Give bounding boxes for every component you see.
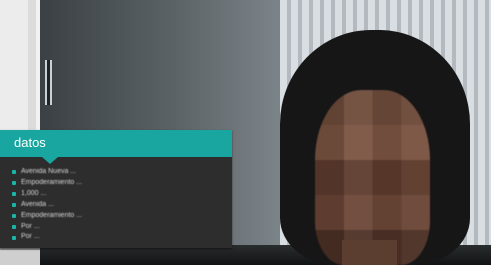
screen: datos Avenida Nueva ... Empoderamiento .… (0, 0, 491, 265)
bullet-icon (12, 236, 16, 240)
bullet-item: Empoderamiento ... (12, 210, 226, 221)
bullet-item: Empoderamiento ... (12, 177, 226, 188)
person-neck (342, 240, 397, 265)
bullet-item: Avenida Nueva ... (12, 166, 226, 177)
bullet-icon (12, 225, 16, 229)
bullet-text: Por ... (21, 223, 40, 230)
drag-handle-icon[interactable] (45, 60, 52, 105)
bullet-text: 1,000 ... (21, 190, 47, 197)
slide-header: datos (0, 130, 232, 157)
bullet-list: Avenida Nueva ... Empoderamiento ... 1,0… (12, 166, 226, 242)
bullet-item: Avenida ... (12, 199, 226, 210)
slide-title: datos (14, 135, 46, 150)
bullet-item: Por ... (12, 221, 226, 232)
bullet-icon (12, 203, 16, 207)
bullet-item: 1,000 ... (12, 188, 226, 199)
person-pixelated (280, 30, 470, 265)
bottom-left-strip-light (0, 250, 40, 265)
bullet-icon (12, 214, 16, 218)
header-pointer (42, 157, 58, 164)
bullet-text: Empoderamiento ... (21, 212, 83, 219)
slide-card: datos Avenida Nueva ... Empoderamiento .… (0, 130, 232, 248)
bullet-icon (12, 170, 16, 174)
bullet-text: Avenida ... (21, 201, 54, 208)
bullet-text: Por ... (21, 233, 40, 240)
bullet-icon (12, 181, 16, 185)
bullet-icon (12, 192, 16, 196)
bullet-item: Por ... (12, 232, 226, 242)
pixelated-face (315, 90, 430, 265)
bullet-text: Avenida Nueva ... (21, 168, 77, 175)
bullet-text: Empoderamiento ... (21, 179, 83, 186)
